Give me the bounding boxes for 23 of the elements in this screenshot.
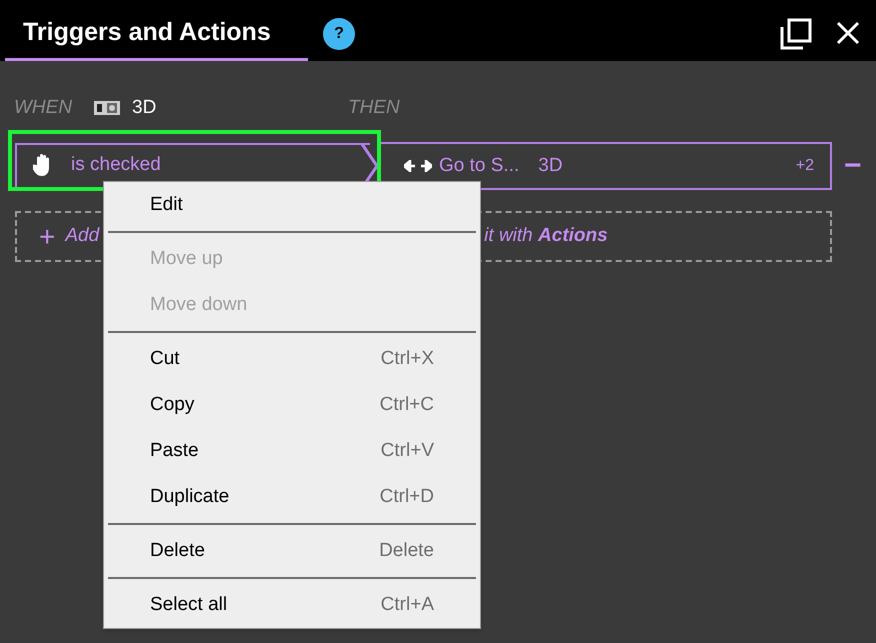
menu-item[interactable]: Duplicate Ctrl+D — [104, 474, 480, 520]
remove-button[interactable]: − — [844, 151, 862, 181]
panel-title[interactable]: Triggers and Actions — [23, 14, 271, 52]
action-target: 3D — [538, 154, 563, 178]
menu-item[interactable]: Select all Ctrl+A — [104, 582, 480, 628]
help-button[interactable]: ? — [323, 18, 355, 50]
then-label: THEN — [348, 96, 400, 120]
more-count: +2 — [796, 156, 814, 176]
switch-icon — [94, 101, 120, 115]
menu-item[interactable]: Paste Ctrl+V — [104, 428, 480, 474]
when-label: WHEN — [14, 96, 74, 120]
menu-item[interactable]: Cut Ctrl+X — [104, 336, 480, 382]
plus-icon: + — [39, 222, 56, 250]
menu-item[interactable]: Delete Delete — [104, 528, 480, 574]
close-icon[interactable] — [836, 21, 860, 45]
swap-arrows-icon — [404, 160, 432, 172]
menu-item[interactable]: Copy Ctrl+C — [104, 382, 480, 428]
target-label: 3D — [132, 96, 158, 120]
trigger-event: is checked — [71, 153, 161, 177]
action-name: Go to S... — [439, 154, 520, 178]
add-text: it with Actions — [484, 224, 608, 248]
maximize-icon[interactable] — [780, 18, 812, 50]
add-text: Add — [65, 224, 100, 248]
